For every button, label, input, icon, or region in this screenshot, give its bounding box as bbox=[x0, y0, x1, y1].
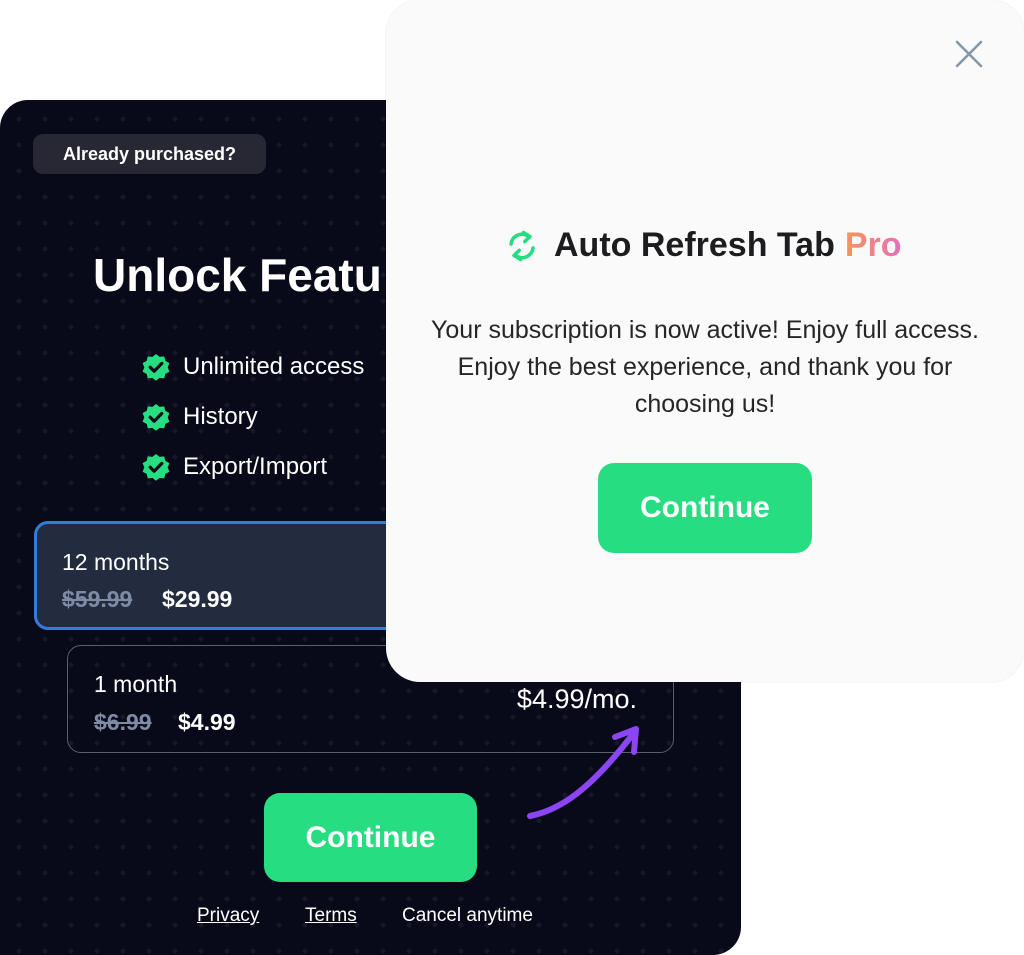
terms-link[interactable]: Terms bbox=[305, 905, 357, 927]
check-badge-icon bbox=[142, 454, 170, 481]
feature-item-export-import: Export/Import bbox=[140, 442, 364, 492]
plan-old-price: $6.99 bbox=[94, 709, 152, 735]
feature-item-unlimited-access: Unlimited access bbox=[140, 342, 364, 392]
plan-per-month-price: $4.99/mo. bbox=[516, 684, 637, 714]
brand-pro-label: Pro bbox=[844, 226, 902, 264]
check-badge-icon bbox=[142, 404, 170, 431]
feature-label: Unlimited access bbox=[183, 353, 365, 380]
close-icon[interactable] bbox=[953, 38, 985, 70]
feature-list: Unlimited access History Export/Import bbox=[140, 342, 364, 492]
plan-name: 12 months bbox=[62, 549, 170, 575]
subscription-success-dialog: Auto Refresh Tab Pro Your subscription i… bbox=[386, 0, 1024, 682]
paywall-continue-button[interactable]: Continue bbox=[264, 793, 477, 882]
brand-title: Auto Refresh Tab Pro bbox=[506, 226, 902, 265]
privacy-link[interactable]: Privacy bbox=[197, 905, 259, 927]
cancel-anytime-text: Cancel anytime bbox=[402, 905, 533, 926]
plan-old-price: $59.99 bbox=[62, 586, 133, 612]
success-message: Your subscription is now active! Enjoy f… bbox=[431, 316, 979, 418]
plan-price: $29.99 bbox=[162, 586, 233, 612]
refresh-icon bbox=[509, 230, 535, 261]
check-badge-icon bbox=[142, 354, 170, 381]
dialog-continue-button[interactable]: Continue bbox=[598, 463, 812, 553]
pointer-arrow-icon bbox=[527, 726, 639, 819]
feature-label: Export/Import bbox=[183, 453, 328, 480]
brand-name: Auto Refresh Tab bbox=[554, 226, 835, 264]
plan-price: $4.99 bbox=[178, 709, 236, 735]
paywall-headline: Unlock Featu bbox=[93, 249, 382, 301]
already-purchased-button[interactable]: Already purchased? bbox=[33, 134, 266, 174]
feature-item-history: History bbox=[140, 392, 364, 442]
feature-label: History bbox=[183, 403, 258, 430]
plan-name: 1 month bbox=[94, 671, 178, 697]
